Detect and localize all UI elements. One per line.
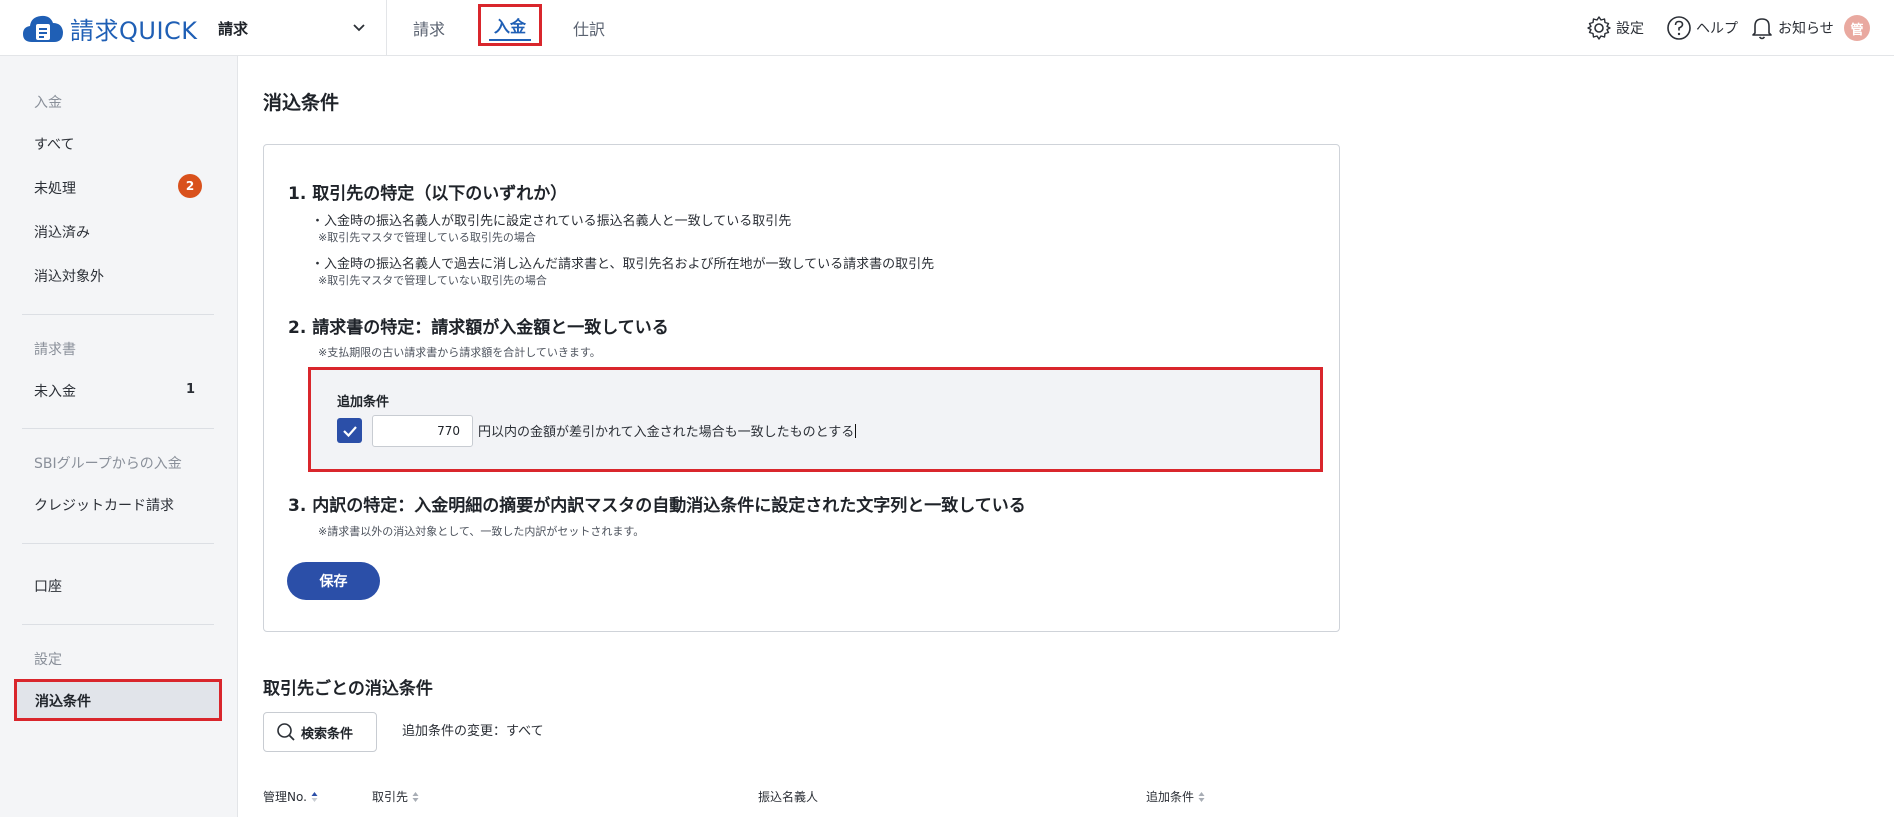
app-selector-label: 請求 xyxy=(218,19,249,38)
page-title: 消込条件 xyxy=(263,92,340,114)
sort-icon xyxy=(1198,791,1205,802)
step2-title: 2. 請求書の特定：請求額が入金額と一致している xyxy=(288,318,669,338)
header-divider xyxy=(386,0,387,56)
step1-note2: ※取引先マスタで管理していない取引先の場合 xyxy=(318,274,547,287)
app-logo[interactable]: 請求QUICK xyxy=(22,12,198,45)
sidebar-divider xyxy=(22,314,214,315)
sort-asc-icon xyxy=(311,791,318,802)
sidebar-item-unpaid[interactable]: 未入金 xyxy=(34,381,204,401)
filter-summary: 追加条件の変更：すべて xyxy=(402,724,544,739)
sidebar-item-account[interactable]: 口座 xyxy=(34,576,204,596)
bell-icon xyxy=(1752,18,1772,40)
additional-condition-checkbox[interactable] xyxy=(337,418,362,443)
sidebar-divider xyxy=(22,543,214,544)
search-conditions-label: 検索条件 xyxy=(301,726,354,742)
sort-icon xyxy=(412,791,419,802)
sidebar-item-all[interactable]: すべて xyxy=(34,134,204,154)
sidebar-section-sbi: SBIグループからの入金 xyxy=(34,456,182,472)
sidebar-item-reconcile-conditions[interactable]: 消込条件 xyxy=(14,679,222,721)
settings-button[interactable]: 設定 xyxy=(1586,14,1644,42)
unprocessed-badge: 2 xyxy=(178,174,202,198)
sidebar-section-settings: 設定 xyxy=(34,652,62,668)
tab-payment[interactable]: 入金 xyxy=(478,4,542,46)
tab-payment-label: 入金 xyxy=(493,17,526,36)
column-header-label: 管理No. xyxy=(263,790,307,804)
step3-title: 3. 内訳の特定：入金明細の摘要が内訳マスタの自動消込条件に設定された文字列と一… xyxy=(288,496,1026,516)
sidebar-item-label: 消込条件 xyxy=(35,694,91,710)
top-header: 請求QUICK 請求 請求 入金 仕訳 設定 ヘルプ お知らせ 管 xyxy=(0,0,1894,56)
step1-note1: ※取引先マスタで管理している取引先の場合 xyxy=(318,231,536,244)
column-header-management-no[interactable]: 管理No. xyxy=(263,788,318,805)
search-icon xyxy=(277,723,295,741)
tolerance-amount-input[interactable]: 770 xyxy=(372,415,473,447)
column-header-label: 振込名義人 xyxy=(758,790,819,804)
tolerance-description: 円以内の金額が差引かれて入金された場合も一致したものとする xyxy=(478,421,856,440)
column-header-client[interactable]: 取引先 xyxy=(372,788,419,805)
logo-text: 請求QUICK xyxy=(70,16,198,45)
search-conditions-button[interactable]: 検索条件 xyxy=(263,712,377,752)
step1-bullet2: ・入金時の振込名義人で過去に消し込んだ請求書と、取引先名および所在地が一致してい… xyxy=(311,257,935,272)
additional-condition-label: 追加条件 xyxy=(337,395,390,410)
step1-title: 1. 取引先の特定（以下のいずれか） xyxy=(288,184,568,204)
notifications-button[interactable]: お知らせ xyxy=(1750,14,1834,42)
sidebar-section-payment: 入金 xyxy=(34,95,62,111)
sidebar-divider xyxy=(22,428,214,429)
sidebar-section-invoice: 請求書 xyxy=(34,342,76,358)
gear-icon xyxy=(1587,16,1611,40)
settings-label: 設定 xyxy=(1616,21,1644,37)
step3-note: ※請求書以外の消込対象として、一致した内訳がセットされます。 xyxy=(318,525,645,538)
column-header-label: 取引先 xyxy=(372,790,409,804)
column-header-transferor: 振込名義人 xyxy=(758,788,818,805)
tab-invoice[interactable]: 請求 xyxy=(408,14,450,42)
active-tab-indicator xyxy=(489,39,531,41)
chevron-down-icon xyxy=(353,24,365,32)
save-button[interactable]: 保存 xyxy=(287,562,380,600)
help-label: ヘルプ xyxy=(1696,21,1738,37)
notifications-label: お知らせ xyxy=(1778,21,1834,37)
unpaid-count: 1 xyxy=(186,382,196,397)
section-title-per-client: 取引先ごとの消込条件 xyxy=(263,679,433,699)
column-header-label: 追加条件 xyxy=(1146,790,1195,804)
help-button[interactable]: ヘルプ xyxy=(1666,14,1738,42)
sidebar-item-reconciled[interactable]: 消込済み xyxy=(34,222,204,242)
sidebar-item-credit-card[interactable]: クレジットカード請求 xyxy=(34,495,204,515)
avatar[interactable]: 管 xyxy=(1844,15,1870,41)
help-icon xyxy=(1667,16,1691,40)
step2-note: ※支払期限の古い請求書から請求額を合計していきます。 xyxy=(318,346,601,359)
app-selector[interactable]: 請求 xyxy=(218,14,368,42)
cloud-logo-icon xyxy=(23,15,63,42)
sidebar-item-excluded[interactable]: 消込対象外 xyxy=(34,266,204,286)
tab-journal[interactable]: 仕訳 xyxy=(568,14,610,42)
check-icon xyxy=(342,425,357,437)
column-header-additional-condition[interactable]: 追加条件 xyxy=(1146,788,1205,805)
step1-bullet1: ・入金時の振込名義人が取引先に設定されている振込名義人と一致している取引先 xyxy=(311,214,792,229)
sidebar-divider xyxy=(22,624,214,625)
